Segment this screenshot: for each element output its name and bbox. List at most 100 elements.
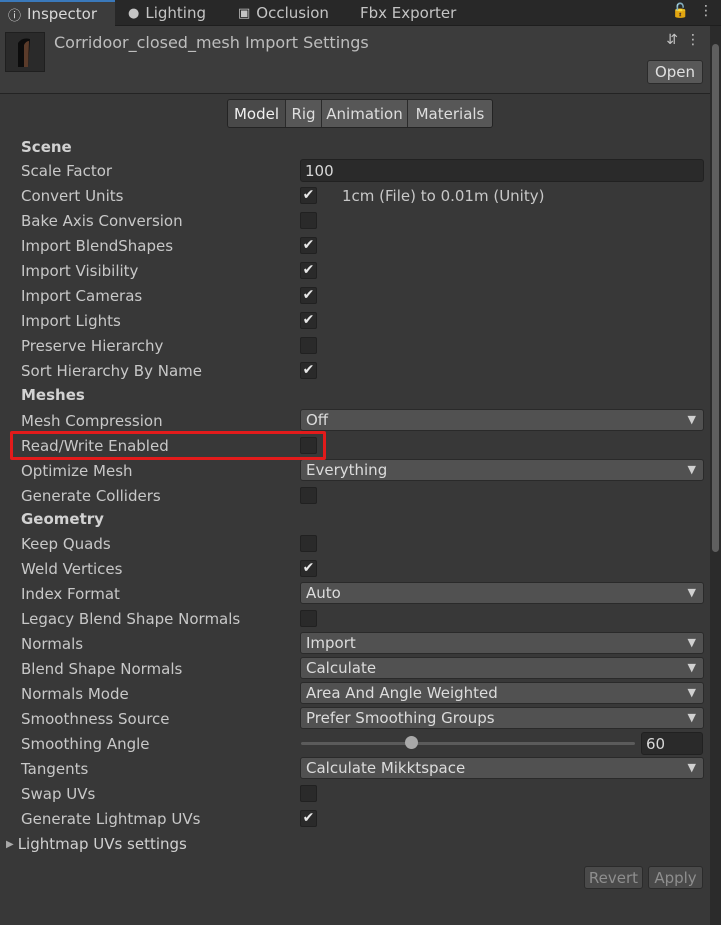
import-cameras-label: Import Cameras: [21, 287, 143, 305]
header-icons: ⇵ ⋮: [666, 32, 700, 48]
tab-lighting[interactable]: ● Lighting: [120, 0, 230, 26]
row-keep-quads: Keep Quads: [0, 532, 710, 557]
swap-uvs-checkbox[interactable]: [300, 785, 317, 802]
bake-axis-label: Bake Axis Conversion: [21, 212, 183, 230]
index-format-label: Index Format: [21, 585, 120, 603]
row-legacy-blend: Legacy Blend Shape Normals: [0, 607, 710, 632]
tab-rig[interactable]: Rig: [286, 100, 322, 127]
dropdown-value: Calculate: [306, 659, 377, 677]
tab-model[interactable]: Model: [228, 100, 286, 127]
settings-sliders-icon[interactable]: ⇵: [666, 32, 678, 48]
row-bake-axis: Bake Axis Conversion: [0, 209, 710, 234]
row-import-cameras: Import Cameras ✔: [0, 284, 710, 309]
optimize-mesh-label: Optimize Mesh: [21, 462, 133, 480]
scrollbar[interactable]: [710, 26, 721, 925]
tab-occlusion[interactable]: ▣ Occlusion: [230, 0, 345, 26]
generate-colliders-label: Generate Colliders: [21, 487, 161, 505]
page-title: Corridoor_closed_mesh Import Settings: [54, 33, 369, 52]
import-blendshapes-checkbox[interactable]: ✔: [300, 237, 317, 254]
import-lights-checkbox[interactable]: ✔: [300, 312, 317, 329]
swap-uvs-label: Swap UVs: [21, 785, 96, 803]
preserve-hierarchy-label: Preserve Hierarchy: [21, 337, 164, 355]
dropdown-value: Everything: [306, 461, 388, 479]
section-scene: Scene: [21, 138, 72, 156]
tabbar-icons: 🔓 ⋮: [672, 3, 713, 19]
import-visibility-checkbox[interactable]: ✔: [300, 262, 317, 279]
mesh-compression-dropdown[interactable]: Off ▼: [300, 409, 704, 431]
open-button[interactable]: Open: [647, 60, 703, 84]
tab-inspector[interactable]: ⓘ Inspector: [0, 0, 115, 26]
import-blendshapes-label: Import BlendShapes: [21, 237, 174, 255]
convert-units-label: Convert Units: [21, 187, 124, 205]
import-visibility-label: Import Visibility: [21, 262, 139, 280]
chevron-down-icon: ▼: [687, 661, 696, 674]
row-tangents: Tangents Calculate Mikktspace ▼: [0, 757, 710, 782]
row-weld-vertices: Weld Vertices ✔: [0, 557, 710, 582]
tangents-label: Tangents: [21, 760, 89, 778]
lock-icon[interactable]: 🔓: [672, 3, 689, 19]
legacy-blend-checkbox[interactable]: [300, 610, 317, 627]
convert-units-checkbox[interactable]: ✔: [300, 187, 317, 204]
preserve-hierarchy-checkbox[interactable]: [300, 337, 317, 354]
chevron-down-icon: ▼: [687, 636, 696, 649]
chevron-down-icon: ▼: [687, 463, 696, 476]
chevron-down-icon: ▼: [687, 586, 696, 599]
apply-button[interactable]: Apply: [648, 866, 703, 889]
revert-button[interactable]: Revert: [584, 866, 643, 889]
tab-animation[interactable]: Animation: [322, 100, 408, 127]
row-convert-units: Convert Units ✔ 1cm (File) to 0.01m (Uni…: [0, 184, 710, 209]
optimize-mesh-dropdown[interactable]: Everything ▼: [300, 459, 704, 481]
smoothing-angle-slider-track[interactable]: [301, 742, 635, 745]
asset-thumbnail: [5, 32, 45, 72]
smoothing-angle-slider-handle[interactable]: [405, 736, 419, 749]
scrollbar-thumb[interactable]: [712, 44, 719, 552]
dropdown-value: Off: [306, 411, 329, 429]
section-meshes: Meshes: [21, 386, 85, 404]
row-preserve-hierarchy: Preserve Hierarchy: [0, 334, 710, 359]
lightmap-uvs-foldout[interactable]: ▶ Lightmap UVs settings: [6, 835, 187, 853]
tab-fbx-exporter[interactable]: Fbx Exporter: [352, 0, 472, 26]
bake-axis-checkbox[interactable]: [300, 212, 317, 229]
dropdown-value: Calculate Mikktspace: [306, 759, 466, 777]
generate-lightmap-uvs-label: Generate Lightmap UVs: [21, 810, 201, 828]
dropdown-value: Prefer Smoothing Groups: [306, 709, 495, 727]
normals-dropdown[interactable]: Import ▼: [300, 632, 704, 654]
tab-label: Fbx Exporter: [360, 4, 457, 22]
blend-shape-normals-label: Blend Shape Normals: [21, 660, 183, 678]
import-cameras-checkbox[interactable]: ✔: [300, 287, 317, 304]
generate-colliders-checkbox[interactable]: [300, 487, 317, 504]
import-tabs: Model Rig Animation Materials: [227, 99, 493, 128]
chevron-down-icon: ▼: [687, 711, 696, 724]
kebab-menu-icon[interactable]: ⋮: [699, 3, 713, 19]
scale-factor-input[interactable]: 100: [300, 159, 704, 182]
row-swap-uvs: Swap UVs: [0, 782, 710, 807]
row-generate-colliders: Generate Colliders: [0, 484, 710, 509]
import-lights-label: Import Lights: [21, 312, 121, 330]
tab-materials[interactable]: Materials: [408, 100, 492, 127]
keep-quads-checkbox[interactable]: [300, 535, 317, 552]
scale-factor-label: Scale Factor: [21, 162, 113, 180]
smoothness-source-label: Smoothness Source: [21, 710, 170, 728]
sort-hierarchy-checkbox[interactable]: ✔: [300, 362, 317, 379]
dropdown-value: Auto: [306, 584, 341, 602]
generate-lightmap-uvs-checkbox[interactable]: ✔: [300, 810, 317, 827]
index-format-dropdown[interactable]: Auto ▼: [300, 582, 704, 604]
row-blend-shape-normals: Blend Shape Normals Calculate ▼: [0, 657, 710, 682]
read-write-checkbox[interactable]: [300, 437, 317, 454]
row-generate-lightmap-uvs: Generate Lightmap UVs ✔: [0, 807, 710, 832]
kebab-menu-icon[interactable]: ⋮: [686, 32, 700, 48]
weld-vertices-checkbox[interactable]: ✔: [300, 560, 317, 577]
dropdown-value: Import: [306, 634, 356, 652]
blend-shape-normals-dropdown[interactable]: Calculate ▼: [300, 657, 704, 679]
smoothing-angle-input[interactable]: 60: [641, 732, 703, 755]
mesh-compression-label: Mesh Compression: [21, 412, 163, 430]
triangle-right-icon: ▶: [6, 839, 14, 850]
normals-mode-dropdown[interactable]: Area And Angle Weighted ▼: [300, 682, 704, 704]
read-write-label: Read/Write Enabled: [21, 437, 169, 455]
tangents-dropdown[interactable]: Calculate Mikktspace ▼: [300, 757, 704, 779]
tab-bar: ⓘ Inspector ● Lighting ▣ Occlusion Fbx E…: [0, 0, 721, 26]
row-index-format: Index Format Auto ▼: [0, 582, 710, 607]
row-optimize-mesh: Optimize Mesh Everything ▼: [0, 459, 710, 484]
smoothness-source-dropdown[interactable]: Prefer Smoothing Groups ▼: [300, 707, 704, 729]
row-import-visibility: Import Visibility ✔: [0, 259, 710, 284]
